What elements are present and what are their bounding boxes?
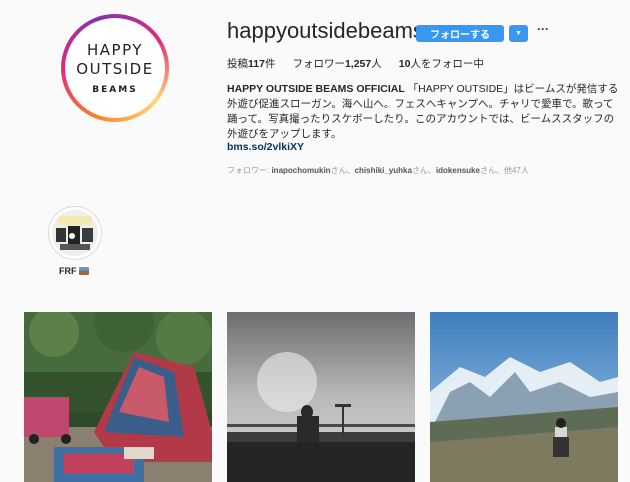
bio-link[interactable]: bms.so/2vlkiXY — [227, 141, 304, 153]
profile-avatar[interactable]: HAPPY OUTSIDE BEAMS — [61, 14, 169, 122]
follow-button[interactable]: フォローする — [416, 25, 504, 42]
profile-username: happyoutsidebeams — [227, 18, 424, 43]
post-thumbnail[interactable] — [227, 312, 415, 482]
post-thumbnail[interactable] — [24, 312, 212, 482]
post-thumbnail[interactable] — [430, 312, 618, 482]
followers-count[interactable]: フォロワー1,257人 — [292, 56, 381, 71]
profile-bio: HAPPY OUTSIDE BEAMS OFFICIAL 「HAPPY OUTS… — [227, 82, 622, 142]
followed-by: フォロワー: inapochomukinさん、chishiki_yuhkaさん、… — [227, 166, 529, 175]
logo-line-1: HAPPY — [87, 41, 143, 59]
highlight-label[interactable]: FRF — [59, 266, 89, 276]
highlight-cover — [52, 210, 98, 256]
followed-by-others[interactable]: 他47人 — [504, 166, 529, 175]
caret-down-icon: ▼ — [515, 30, 522, 37]
follower-user[interactable]: inapochomukin — [271, 166, 330, 175]
profile-stats: 投稿117件 フォロワー1,257人 10人をフォロー中 — [227, 56, 501, 71]
avatar-inner: HAPPY OUTSIDE BEAMS — [65, 18, 165, 118]
logo-line-2: OUTSIDE — [76, 60, 154, 78]
follower-user[interactable]: idokensuke — [436, 166, 480, 175]
follow-options-button[interactable]: ▼ — [509, 25, 528, 42]
mountain-emoji-icon — [78, 267, 89, 275]
following-count[interactable]: 10人をフォロー中 — [399, 56, 484, 71]
follower-user[interactable]: chishiki_yuhka — [355, 166, 412, 175]
brand-logo: HAPPY OUTSIDE BEAMS — [67, 20, 163, 116]
posts-count: 投稿117件 — [227, 58, 276, 70]
story-highlight[interactable] — [48, 206, 102, 260]
logo-line-3: BEAMS — [92, 85, 138, 95]
more-options-icon[interactable]: ··· — [537, 22, 549, 36]
bio-name: HAPPY OUTSIDE BEAMS OFFICIAL — [227, 83, 405, 95]
